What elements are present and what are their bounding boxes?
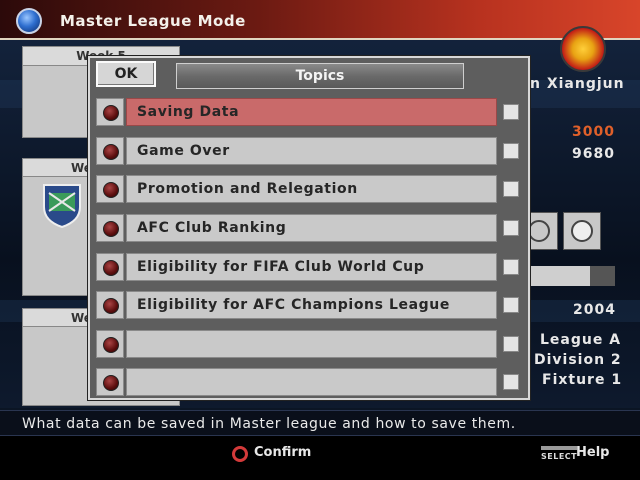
topic-label — [126, 330, 497, 358]
team-crest-icon — [43, 184, 81, 229]
row-marker — [96, 214, 124, 242]
topic-label: Promotion and Relegation — [126, 175, 497, 203]
topic-checkbox[interactable] — [503, 374, 519, 390]
division-label: Division 2 — [534, 352, 622, 368]
topic-checkbox[interactable] — [503, 104, 519, 120]
fixture-label: Fixture 1 — [542, 372, 623, 388]
topics-header: Topics — [176, 63, 464, 89]
row-marker — [96, 137, 124, 165]
confirm-button[interactable]: Confirm — [254, 445, 311, 460]
manager-name: n Xiangjun — [530, 76, 625, 92]
row-marker — [96, 330, 124, 358]
topic-description: What data can be saved in Master league … — [0, 410, 640, 436]
record-dot-icon — [103, 260, 119, 276]
topic-row-fifa-club-world-cup[interactable]: Eligibility for FIFA Club World Cup — [96, 253, 526, 283]
money-bottom: 9680 — [572, 146, 615, 162]
row-marker — [96, 253, 124, 281]
topic-row-afc-champions-league[interactable]: Eligibility for AFC Champions League — [96, 291, 526, 321]
topic-row-saving-data[interactable]: Saving Data — [96, 98, 526, 128]
topics-dialog: OK Topics Saving Data Game Over Promotio… — [88, 56, 530, 400]
season-year: 2004 — [573, 302, 616, 318]
progress-bar-fill — [590, 266, 615, 286]
ok-button[interactable]: OK — [96, 61, 156, 87]
record-dot-icon — [103, 298, 119, 314]
record-dot-icon — [103, 375, 119, 391]
topic-checkbox[interactable] — [503, 297, 519, 313]
league-label: League A — [540, 332, 622, 348]
circle-button-icon — [232, 446, 248, 462]
select-button-icon: SELECT — [541, 446, 578, 461]
record-dot-icon — [103, 221, 119, 237]
topic-label — [126, 368, 497, 396]
record-dot-icon — [103, 337, 119, 353]
topic-checkbox[interactable] — [503, 259, 519, 275]
record-dot-icon — [103, 144, 119, 160]
topic-row-empty[interactable] — [96, 330, 526, 360]
page-title: Master League Mode — [60, 12, 246, 30]
ball-icon — [563, 212, 601, 250]
topic-row-promotion-relegation[interactable]: Promotion and Relegation — [96, 175, 526, 205]
topic-row-empty[interactable] — [96, 368, 526, 398]
mode-orb-icon — [16, 8, 42, 34]
title-bar: Master League Mode — [0, 0, 640, 40]
row-marker — [96, 291, 124, 319]
topic-label: Saving Data — [126, 98, 497, 126]
topic-label: Eligibility for FIFA Club World Cup — [126, 253, 497, 281]
help-button[interactable]: Help — [576, 445, 609, 460]
topic-checkbox[interactable] — [503, 143, 519, 159]
row-marker — [96, 368, 124, 396]
topic-label: Eligibility for AFC Champions League — [126, 291, 497, 319]
topic-row-game-over[interactable]: Game Over — [96, 137, 526, 167]
topic-checkbox[interactable] — [503, 181, 519, 197]
topic-label: Game Over — [126, 137, 497, 165]
record-dot-icon — [103, 105, 119, 121]
topic-checkbox[interactable] — [503, 336, 519, 352]
topic-row-afc-club-ranking[interactable]: AFC Club Ranking — [96, 214, 526, 244]
topic-checkbox[interactable] — [503, 220, 519, 236]
topic-label: AFC Club Ranking — [126, 214, 497, 242]
row-marker — [96, 98, 124, 126]
record-dot-icon — [103, 182, 119, 198]
money-top: 3000 — [572, 124, 615, 140]
row-marker — [96, 175, 124, 203]
club-emblem-icon — [560, 26, 606, 72]
